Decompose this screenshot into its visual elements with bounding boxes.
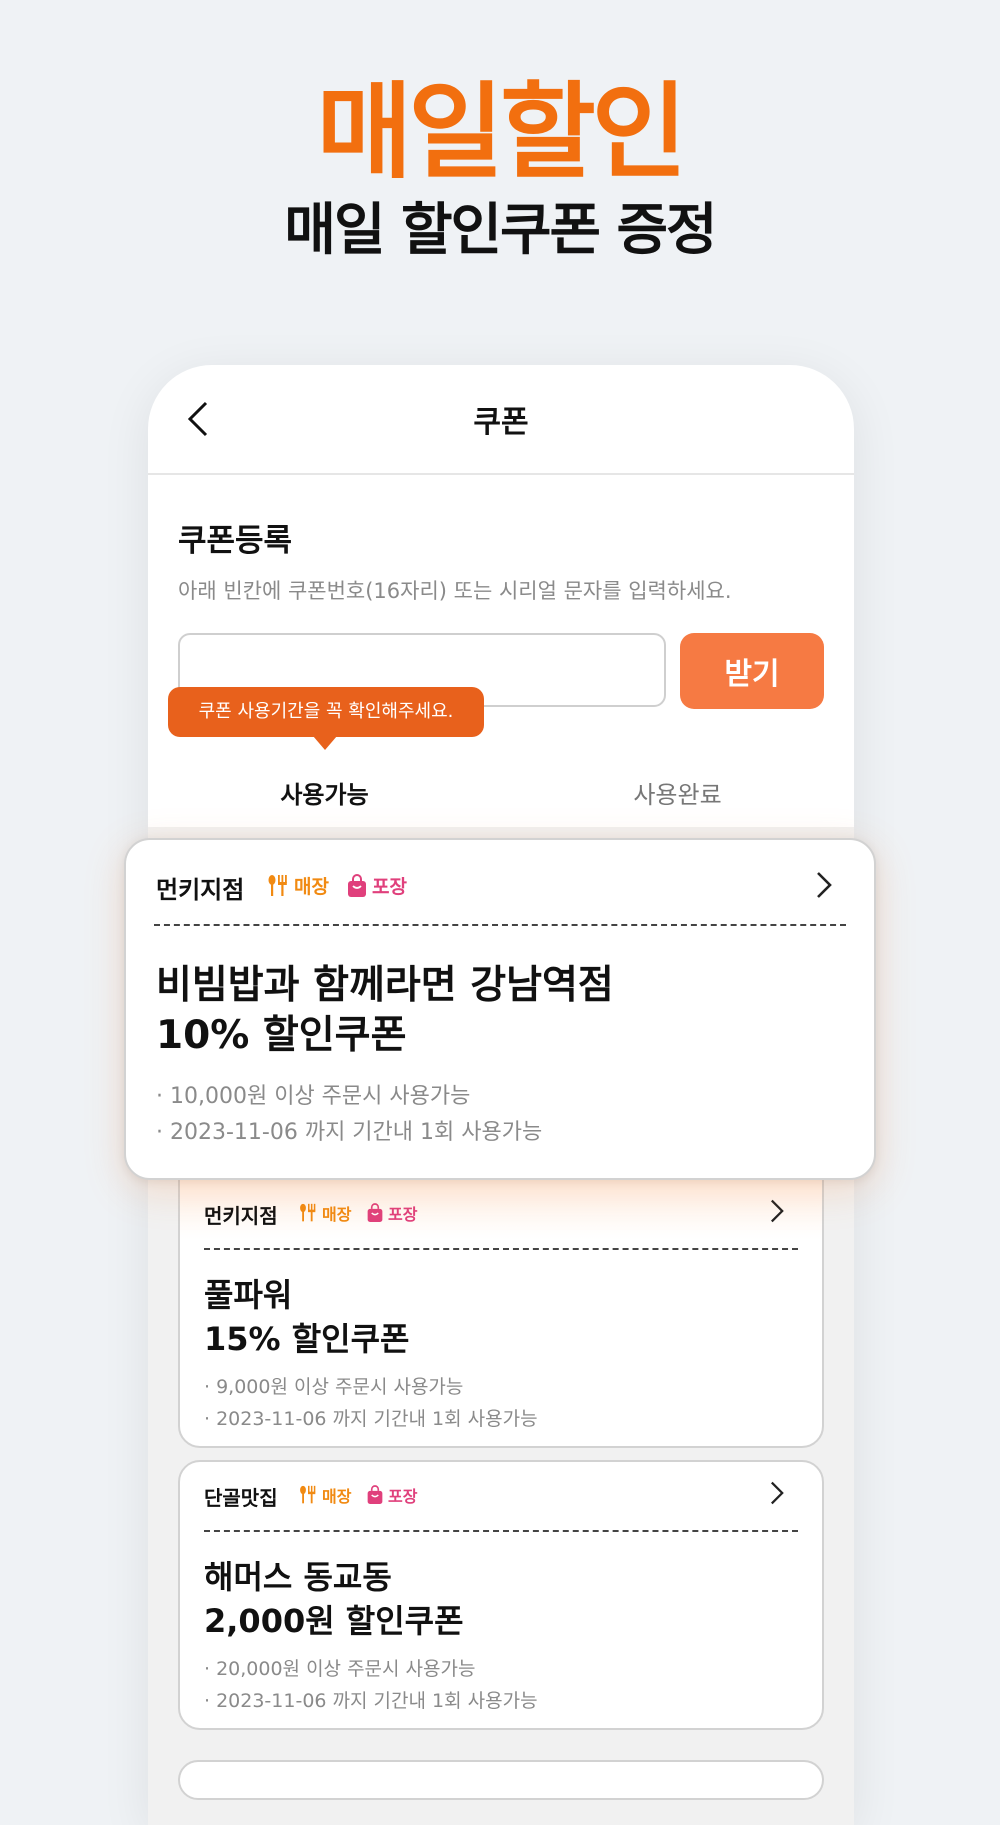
coupon-condition: · 10,000원 이상 주문시 사용가능 — [156, 1084, 471, 1109]
screen-title: 쿠폰 — [473, 405, 529, 440]
shopping-bag-icon — [367, 1203, 383, 1222]
fork-spoon-icon — [300, 1203, 316, 1222]
promo-headline: 매일할인 — [316, 71, 688, 193]
coupon-register-title: 쿠폰등록 — [178, 523, 293, 559]
fork-spoon-icon — [300, 1485, 316, 1504]
coupon-card-partial[interactable] — [178, 1760, 824, 1800]
receive-button[interactable]: 받기 — [680, 633, 824, 709]
shopping-bag-icon — [367, 1485, 383, 1504]
takeout-tag: 포장 — [346, 872, 407, 899]
coupon-card-featured[interactable]: 먼키지점 매장 포장 비빔밥과 함께라면 강남역점 10% 할인쿠폰 · 10,… — [124, 838, 876, 1180]
takeout-label: 포장 — [372, 876, 407, 898]
coupon-name-line2: 2,000원 할인쿠폰 — [204, 1602, 464, 1640]
chevron-right-icon[interactable] — [768, 1198, 786, 1224]
dashed-divider — [204, 1248, 798, 1250]
top-bar: 쿠폰 — [148, 365, 854, 475]
dine-in-tag: 매장 — [298, 1201, 351, 1225]
dashed-divider — [204, 1530, 798, 1532]
dine-in-tag: 매장 — [298, 1483, 351, 1507]
chevron-right-icon[interactable] — [768, 1480, 786, 1506]
fork-spoon-icon — [268, 874, 287, 896]
tab-used[interactable]: 사용완료 — [501, 760, 854, 830]
coupon-name-line1: 해머스 동교동 — [204, 1558, 392, 1596]
promo-subline: 매일 할인쿠폰 증정 — [284, 198, 717, 263]
dine-in-label: 매장 — [294, 876, 329, 898]
store-name: 먼키지점 — [204, 1204, 278, 1228]
dine-in-label: 매장 — [322, 1205, 352, 1224]
dashed-divider — [154, 924, 846, 926]
coupon-name-line1: 비빔밥과 함께라면 강남역점 — [156, 963, 614, 1008]
coupon-card[interactable]: 먼키지점 매장 포장 풀파워 15% 할인쿠폰 · 9,000원 이상 주문시 … — [178, 1178, 824, 1448]
coupon-card[interactable]: 단골맛집 매장 포장 해머스 동교동 2,000원 할인쿠폰 · 20,000원… — [178, 1460, 824, 1730]
store-name: 단골맛집 — [204, 1486, 278, 1510]
usage-period-tooltip: 쿠폰 사용기간을 꼭 확인해주세요. — [168, 687, 484, 737]
takeout-label: 포장 — [388, 1205, 418, 1224]
takeout-label: 포장 — [388, 1487, 418, 1506]
dine-in-label: 매장 — [322, 1487, 352, 1506]
coupon-validity: · 2023-11-06 까지 기간내 1회 사용가능 — [204, 1690, 538, 1712]
coupon-condition: · 9,000원 이상 주문시 사용가능 — [204, 1376, 464, 1398]
coupon-name-line2: 10% 할인쿠폰 — [156, 1013, 407, 1058]
tab-available[interactable]: 사용가능 — [148, 760, 501, 834]
coupon-register-description: 아래 빈칸에 쿠폰번호(16자리) 또는 시리얼 문자를 입력하세요. — [178, 579, 732, 603]
takeout-tag: 포장 — [366, 1483, 417, 1507]
dine-in-tag: 매장 — [266, 872, 329, 899]
takeout-tag: 포장 — [366, 1201, 417, 1225]
shopping-bag-icon — [348, 873, 366, 897]
chevron-right-icon[interactable] — [814, 870, 834, 900]
coupon-name-line2: 15% 할인쿠폰 — [204, 1320, 410, 1358]
tooltip-tail — [313, 736, 337, 750]
coupon-name-line1: 풀파워 — [204, 1276, 293, 1314]
store-name: 먼키지점 — [156, 876, 245, 904]
coupon-validity: · 2023-11-06 까지 기간내 1회 사용가능 — [204, 1408, 538, 1430]
coupon-validity: · 2023-11-06 까지 기간내 1회 사용가능 — [156, 1120, 543, 1145]
coupon-condition: · 20,000원 이상 주문시 사용가능 — [204, 1658, 476, 1680]
